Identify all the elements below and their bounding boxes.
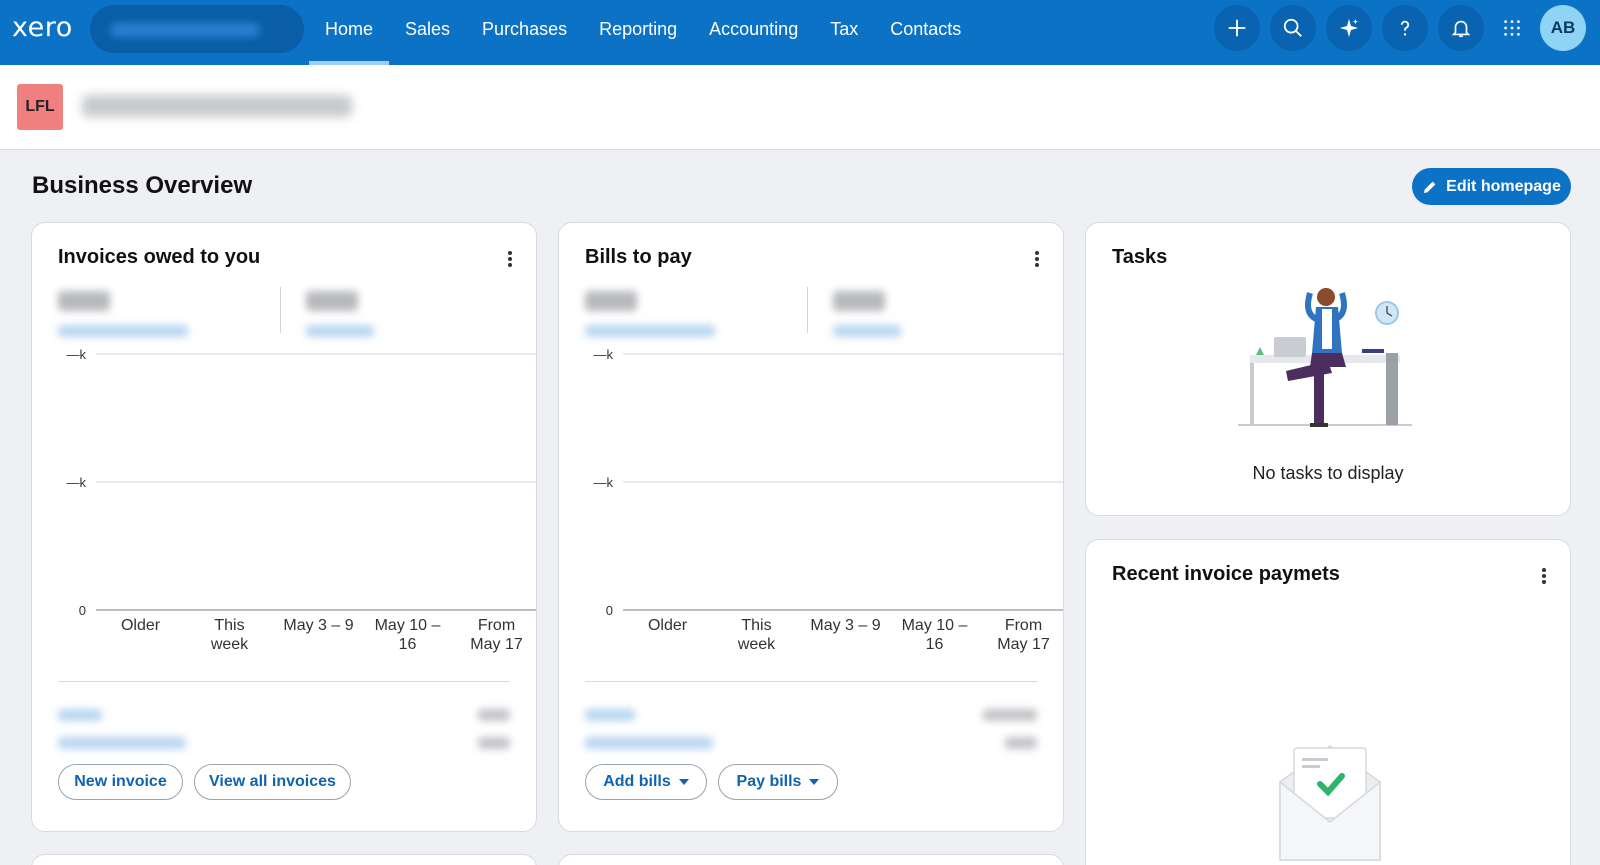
bills-detail-link-1[interactable] — [585, 709, 635, 721]
edit-homepage-button[interactable]: Edit homepage — [1412, 168, 1571, 205]
chevron-down-icon — [678, 779, 689, 785]
sparkle-icon[interactable] — [1326, 5, 1372, 51]
search-icon[interactable] — [1270, 5, 1316, 51]
tasks-card-title: Tasks — [1112, 246, 1168, 268]
invoices-card-title: Invoices owed to you — [58, 246, 261, 268]
recent-invoice-payments-card: Recent invoice paymets — [1085, 539, 1571, 865]
x-category-label: May 10 – — [902, 617, 968, 634]
xero-logo[interactable]: xero — [12, 12, 73, 43]
organisation-switcher-redacted — [110, 23, 260, 37]
user-avatar[interactable]: AB — [1540, 5, 1586, 51]
payments-card-title: Recent invoice paymets — [1112, 563, 1340, 585]
y-tick-label: 0 — [606, 603, 613, 618]
view-all-invoices-button[interactable]: View all invoices — [194, 764, 351, 800]
nav-tab-sales[interactable]: Sales — [389, 0, 466, 65]
bills-chart: —k —k 0 Older This week May 3 – 9 May 10 – 16 Fro… — [583, 347, 1063, 668]
page-title: Business Overview — [32, 172, 253, 199]
nav-tab-contacts[interactable]: Contacts — [874, 0, 977, 65]
x-category-label: Older — [648, 617, 688, 634]
organisation-name-redacted — [82, 95, 352, 117]
nav-tab-home[interactable]: Home — [309, 0, 390, 65]
x-category-label: May 3 – 9 — [810, 617, 880, 634]
x-category-label: week — [737, 636, 776, 653]
lower-left-card — [31, 854, 537, 865]
invoices-detail-link-1[interactable] — [58, 709, 102, 721]
x-category-label: This — [741, 617, 771, 634]
plus-icon[interactable] — [1214, 5, 1260, 51]
nav-tab-purchases[interactable]: Purchases — [466, 0, 583, 65]
envelope-checkmark-illustration — [1279, 745, 1381, 861]
bills-detail-link-2[interactable] — [585, 737, 713, 749]
y-tick-label: —k — [594, 347, 614, 362]
help-icon[interactable] — [1382, 5, 1428, 51]
organisation-header: LFL — [0, 65, 1600, 150]
invoices-detail-value-2 — [478, 737, 510, 749]
invoices-summary — [58, 285, 508, 345]
bills-detail-value-1 — [983, 709, 1037, 721]
invoices-detail-link-2[interactable] — [58, 737, 186, 749]
main-nav-tabs: Home Sales Purchases Reporting Accountin… — [309, 0, 977, 65]
x-category-label: 16 — [399, 636, 417, 653]
nav-tab-accounting[interactable]: Accounting — [693, 0, 814, 65]
apps-grid-icon[interactable] — [1494, 5, 1530, 51]
x-category-label: Older — [121, 617, 161, 634]
tasks-card: Tasks No tasks to display — [1085, 222, 1571, 516]
x-category-label: May 3 – 9 — [283, 617, 353, 634]
x-category-label: May 10 – — [375, 617, 441, 634]
tasks-empty-message: No tasks to display — [1252, 463, 1404, 483]
divider — [585, 681, 1037, 682]
relaxing-person-illustration — [1238, 288, 1412, 427]
invoices-detail-value-1 — [478, 709, 510, 721]
invoices-summary-awaiting[interactable] — [58, 285, 188, 337]
bills-summary — [585, 285, 1035, 345]
divider — [58, 681, 510, 682]
invoices-more-menu-icon[interactable] — [506, 249, 514, 269]
x-category-label: From — [478, 617, 515, 634]
bell-icon[interactable] — [1438, 5, 1484, 51]
pay-bills-label: Pay bills — [736, 773, 802, 790]
x-category-label: This — [214, 617, 244, 634]
organisation-badge: LFL — [17, 84, 63, 130]
x-category-label: week — [210, 636, 249, 653]
organisation-switcher[interactable] — [90, 5, 304, 53]
add-bills-label: Add bills — [603, 773, 671, 790]
top-nav: xero Home Sales Purchases Reporting Acco… — [0, 0, 1600, 65]
nav-tab-tax[interactable]: Tax — [814, 0, 874, 65]
bills-to-pay-card: Bills to pay —k —k 0 Older This week May 3 – 9… — [558, 222, 1064, 832]
bills-card-title: Bills to pay — [585, 246, 692, 268]
x-category-label: May 17 — [997, 636, 1050, 653]
y-tick-label: —k — [594, 475, 614, 490]
new-invoice-button[interactable]: New invoice — [58, 764, 183, 800]
y-tick-label: —k — [67, 347, 87, 362]
x-category-label: May 17 — [470, 636, 523, 653]
nav-actions: AB — [1214, 5, 1586, 51]
bills-more-menu-icon[interactable] — [1033, 249, 1041, 269]
bills-detail-value-2 — [1005, 737, 1037, 749]
payments-more-menu-icon[interactable] — [1540, 566, 1548, 586]
edit-homepage-label: Edit homepage — [1446, 177, 1561, 195]
lower-middle-card — [558, 854, 1064, 865]
pay-bills-button[interactable]: Pay bills — [718, 764, 838, 800]
nav-tab-reporting[interactable]: Reporting — [583, 0, 693, 65]
invoices-owed-card: Invoices owed to you —k —k 0 Older This week M… — [31, 222, 537, 832]
x-category-label: 16 — [926, 636, 944, 653]
add-bills-button[interactable]: Add bills — [585, 764, 707, 800]
x-category-label: From — [1005, 617, 1042, 634]
y-tick-label: —k — [67, 475, 87, 490]
invoices-summary-overdue[interactable] — [306, 285, 374, 337]
bills-summary-overdue[interactable] — [833, 285, 901, 337]
chevron-down-icon — [809, 779, 820, 785]
y-tick-label: 0 — [79, 603, 86, 618]
bills-summary-awaiting[interactable] — [585, 285, 715, 337]
invoices-chart: —k —k 0 Older This week May 3 – 9 May 10 – 16 Fro… — [56, 347, 536, 668]
pencil-icon — [1424, 181, 1436, 193]
